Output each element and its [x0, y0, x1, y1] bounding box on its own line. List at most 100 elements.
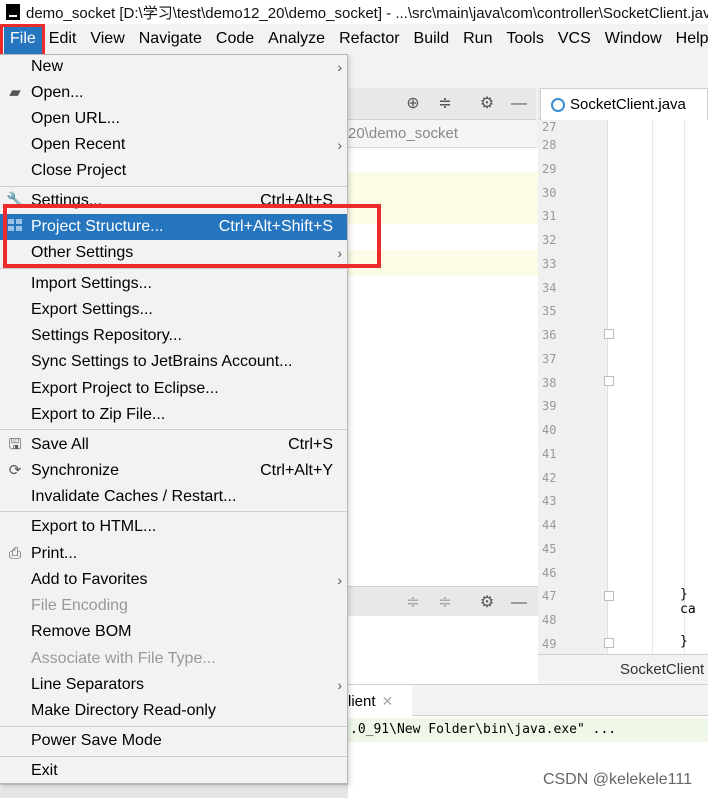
menu-item-label: Close Project [31, 162, 127, 179]
code-editor[interactable]: } ca } [608, 120, 708, 654]
intellij-app-icon [6, 4, 20, 20]
line-number: 37 [542, 352, 557, 366]
java-class-icon [551, 97, 565, 112]
code-line: } ca [680, 587, 696, 617]
line-number: 49 [542, 637, 557, 651]
menu-window[interactable]: Window [598, 24, 669, 54]
menu-item-open-recent[interactable]: Open Recent › [0, 132, 347, 158]
line-number: 48 [542, 613, 557, 627]
collapse-icon[interactable]: ≑ [436, 96, 454, 112]
line-number: 47 [542, 589, 557, 603]
save-icon: 🖫 [8, 436, 22, 453]
menu-item-remove-bom[interactable]: Remove BOM [0, 619, 347, 645]
menu-tools[interactable]: Tools [499, 24, 550, 54]
chevron-right-icon: › [337, 245, 342, 261]
line-number: 29 [542, 162, 557, 176]
line-number: 33 [542, 257, 557, 271]
fold-marker[interactable] [604, 376, 614, 386]
menu-view[interactable]: View [83, 24, 131, 54]
line-number: 40 [542, 423, 557, 437]
menu-item-export-zip[interactable]: Export to Zip File... [0, 402, 347, 428]
menu-edit[interactable]: Edit [42, 24, 84, 54]
code-line: } [680, 634, 688, 649]
menu-item-save-all[interactable]: 🖫 Save All Ctrl+S [0, 432, 347, 458]
collapse-icon[interactable]: ≑ [436, 595, 454, 611]
gear-icon[interactable]: ⚙ [478, 595, 496, 611]
chevron-right-icon: › [337, 59, 342, 75]
menu-item-add-to-favorites[interactable]: Add to Favorites › [0, 567, 347, 593]
line-number: 34 [542, 281, 557, 295]
menu-item-label: Associate with File Type... [31, 650, 216, 667]
menu-separator [0, 511, 347, 512]
indent-guide [684, 120, 685, 654]
menu-separator [0, 756, 347, 757]
menu-run[interactable]: Run [456, 24, 499, 54]
print-icon: ⎙ [8, 545, 21, 562]
project-toolbar: ⊕ ≑ ⚙ — [348, 88, 536, 120]
tree-row-highlight [348, 250, 538, 276]
menu-navigate[interactable]: Navigate [132, 24, 209, 54]
chevron-right-icon: › [337, 572, 342, 588]
menu-item-shortcut: Ctrl+Alt+S [260, 192, 333, 209]
services-pane [348, 616, 538, 684]
menu-help[interactable]: Help [669, 24, 708, 54]
chevron-right-icon: › [337, 137, 342, 153]
menu-refactor[interactable]: Refactor [332, 24, 406, 54]
locate-icon[interactable]: ⊕ [404, 96, 422, 112]
menu-item-settings[interactable]: 🔧 Settings... Ctrl+Alt+S [0, 188, 347, 214]
editor-tab-label: SocketClient.java [570, 96, 686, 113]
menu-item-new[interactable]: New › [0, 54, 347, 80]
project-path: 20\demo_socket [348, 120, 536, 148]
tree-row-highlight [348, 198, 538, 224]
gear-icon[interactable]: ⚙ [478, 96, 496, 112]
fold-marker[interactable] [604, 329, 614, 339]
menu-code[interactable]: Code [209, 24, 261, 54]
line-number: 36 [542, 328, 557, 342]
menu-analyze[interactable]: Analyze [261, 24, 332, 54]
menu-item-settings-repository[interactable]: Settings Repository... [0, 323, 347, 349]
menu-item-power-save-mode[interactable]: Power Save Mode [0, 728, 347, 754]
menu-item-label: New [31, 58, 64, 75]
menu-vcs[interactable]: VCS [551, 24, 598, 54]
menu-item-synchronize[interactable]: ⟳ Synchronize Ctrl+Alt+Y [0, 458, 347, 484]
menu-item-export-html[interactable]: Export to HTML... [0, 514, 347, 540]
menu-item-import-settings[interactable]: Import Settings... [0, 271, 347, 297]
menu-item-line-separators[interactable]: Line Separators › [0, 672, 347, 698]
menu-item-label: Remove BOM [31, 623, 132, 640]
menu-item-label: Export to Zip File... [31, 406, 166, 423]
menu-item-export-eclipse[interactable]: Export Project to Eclipse... [0, 376, 347, 402]
bottom-tool-strip [0, 784, 348, 798]
line-number: 32 [542, 233, 557, 247]
run-tab[interactable]: lient ✕ [348, 685, 412, 717]
menu-item-project-structure[interactable]: Project Structure... Ctrl+Alt+Shift+S [0, 214, 347, 240]
line-number: 39 [542, 399, 557, 413]
minimize-icon[interactable]: — [510, 595, 528, 611]
project-tree [348, 148, 538, 586]
run-tab-label: lient [348, 693, 376, 710]
menu-item-make-read-only[interactable]: Make Directory Read-only [0, 698, 347, 724]
menu-item-exit[interactable]: Exit [0, 758, 347, 784]
run-tab-bar: lient ✕ [348, 684, 708, 717]
menu-item-sync-settings[interactable]: Sync Settings to JetBrains Account... [0, 349, 347, 375]
menu-item-label: Export to HTML... [31, 518, 157, 535]
menu-item-print[interactable]: ⎙ Print... [0, 541, 347, 567]
close-icon[interactable]: ✕ [382, 693, 394, 709]
menu-item-close-project[interactable]: Close Project [0, 158, 347, 184]
expand-icon[interactable]: ≑ [404, 595, 422, 611]
line-number: 30 [542, 186, 557, 200]
menu-item-export-settings[interactable]: Export Settings... [0, 297, 347, 323]
menu-item-open[interactable]: ▰ Open... [0, 80, 347, 106]
fold-marker[interactable] [604, 591, 614, 601]
fold-marker[interactable] [604, 638, 614, 648]
menu-item-open-url[interactable]: Open URL... [0, 106, 347, 132]
editor-tab-socketclient[interactable]: SocketClient.java [540, 88, 708, 120]
minimize-icon[interactable]: — [510, 96, 528, 112]
menu-item-label: Open Recent [31, 136, 126, 153]
console-output-line: .0_91\New Folder\bin\java.exe" ... [348, 718, 708, 742]
menu-separator [0, 186, 347, 187]
menu-item-invalidate-caches[interactable]: Invalidate Caches / Restart... [0, 484, 347, 510]
menu-item-other-settings[interactable]: Other Settings › [0, 240, 347, 266]
menu-build[interactable]: Build [407, 24, 457, 54]
line-number: 38 [542, 376, 557, 390]
menu-file[interactable]: File [4, 24, 42, 54]
